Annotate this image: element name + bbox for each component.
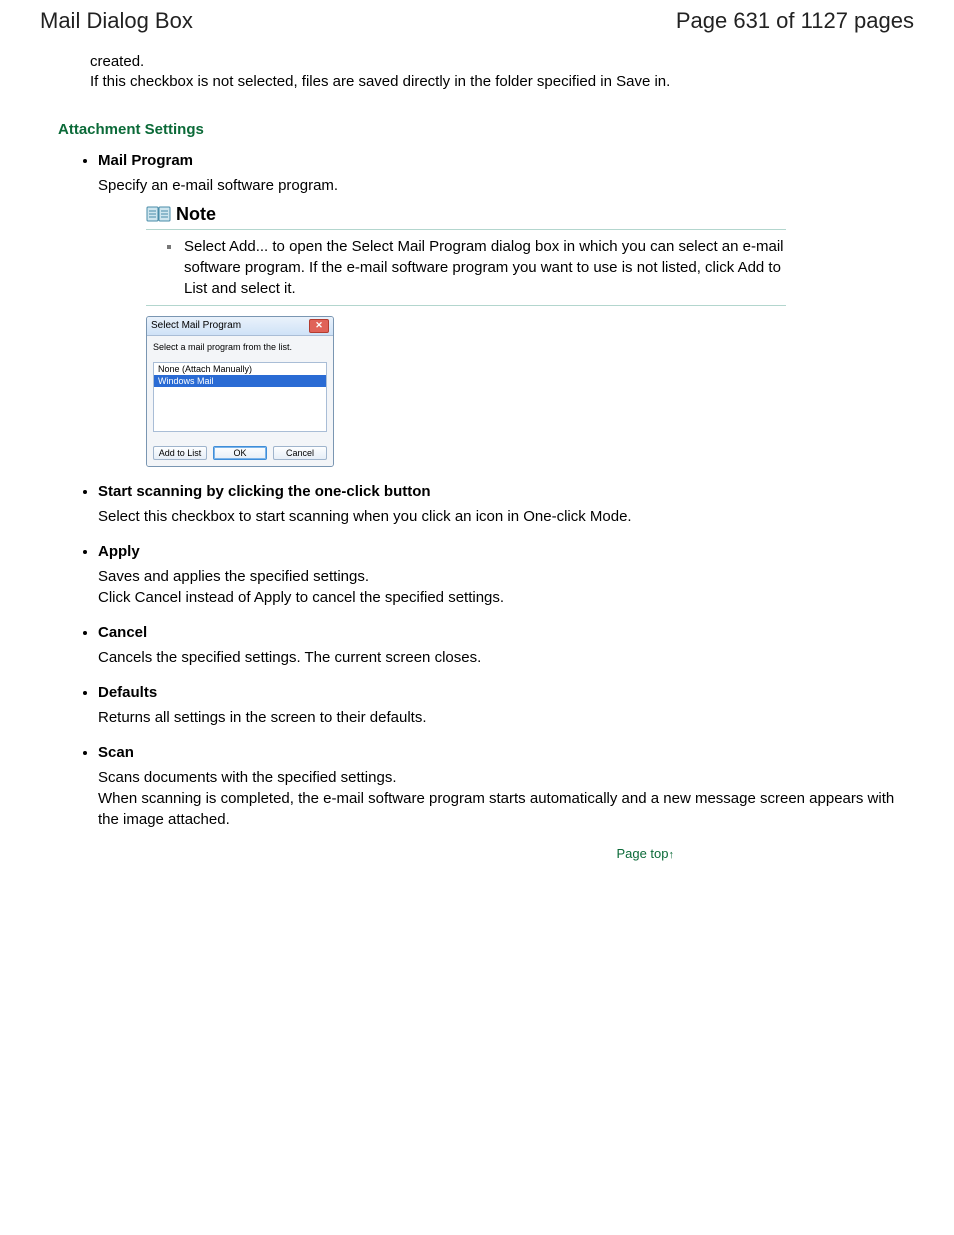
arrow-up-icon: ↑ (669, 849, 675, 861)
page-root: Mail Dialog Box Page 631 of 1127 pages c… (0, 0, 954, 881)
page-title: Mail Dialog Box (40, 8, 193, 34)
listbox-row-none[interactable]: None (Attach Manually) (154, 363, 326, 375)
item-title: Apply (98, 543, 914, 560)
intro-line-1: created. (90, 52, 914, 72)
item-body: Select this checkbox to start scanning w… (98, 506, 914, 527)
note-rule-top (146, 229, 786, 230)
note-block: Note Select Add... to open the Select Ma… (146, 204, 786, 306)
item-defaults: Defaults Returns all settings in the scr… (98, 684, 914, 728)
dialog-button-row: Add to List OK Cancel (153, 446, 327, 460)
note-list: Select Add... to open the Select Mail Pr… (146, 236, 786, 299)
book-icon (146, 205, 172, 223)
add-to-list-button[interactable]: Add to List (153, 446, 207, 460)
note-title: Note (176, 204, 216, 225)
item-title: Mail Program (98, 152, 914, 169)
mail-program-listbox[interactable]: None (Attach Manually) Windows Mail (153, 362, 327, 432)
item-body: Returns all settings in the screen to th… (98, 707, 914, 728)
page-header: Mail Dialog Box Page 631 of 1127 pages (40, 8, 914, 34)
note-header: Note (146, 204, 786, 225)
item-start-scanning: Start scanning by clicking the one-click… (98, 483, 914, 527)
item-apply: Apply Saves and applies the specified se… (98, 543, 914, 608)
item-body: Scans documents with the specified setti… (98, 767, 914, 830)
select-mail-program-dialog: Select Mail Program ✕ Select a mail prog… (146, 316, 334, 467)
intro-line-2: If this checkbox is not selected, files … (90, 72, 914, 92)
item-body: Cancels the specified settings. The curr… (98, 647, 914, 668)
page-indicator: Page 631 of 1127 pages (676, 8, 914, 34)
note-rule-bottom (146, 305, 786, 306)
dialog-titlebar: Select Mail Program ✕ (147, 317, 333, 336)
section-heading-attachment-settings: Attachment Settings (58, 121, 914, 138)
settings-list: Mail Program Specify an e-mail software … (40, 152, 914, 830)
note-item: Select Add... to open the Select Mail Pr… (182, 236, 786, 299)
page-top-link[interactable]: Page top↑ (40, 846, 674, 861)
ok-button[interactable]: OK (213, 446, 267, 460)
item-body: Specify an e-mail software program. (98, 175, 914, 196)
item-mail-program: Mail Program Specify an e-mail software … (98, 152, 914, 467)
page-top-label: Page top (616, 846, 668, 861)
intro-text: created. If this checkbox is not selecte… (90, 52, 914, 93)
close-button[interactable]: ✕ (309, 319, 329, 333)
listbox-row-windows-mail[interactable]: Windows Mail (154, 375, 326, 387)
item-cancel: Cancel Cancels the specified settings. T… (98, 624, 914, 668)
item-scan: Scan Scans documents with the specified … (98, 744, 914, 830)
item-title: Defaults (98, 684, 914, 701)
dialog-body: Select a mail program from the list. Non… (147, 336, 333, 466)
dialog-instruction: Select a mail program from the list. (153, 342, 327, 352)
item-body: Saves and applies the specified settings… (98, 566, 914, 608)
item-title: Scan (98, 744, 914, 761)
cancel-button[interactable]: Cancel (273, 446, 327, 460)
dialog-title: Select Mail Program (151, 320, 241, 331)
note-text: Select Add... to open the Select Mail Pr… (184, 238, 784, 297)
item-title: Cancel (98, 624, 914, 641)
item-title: Start scanning by clicking the one-click… (98, 483, 914, 500)
